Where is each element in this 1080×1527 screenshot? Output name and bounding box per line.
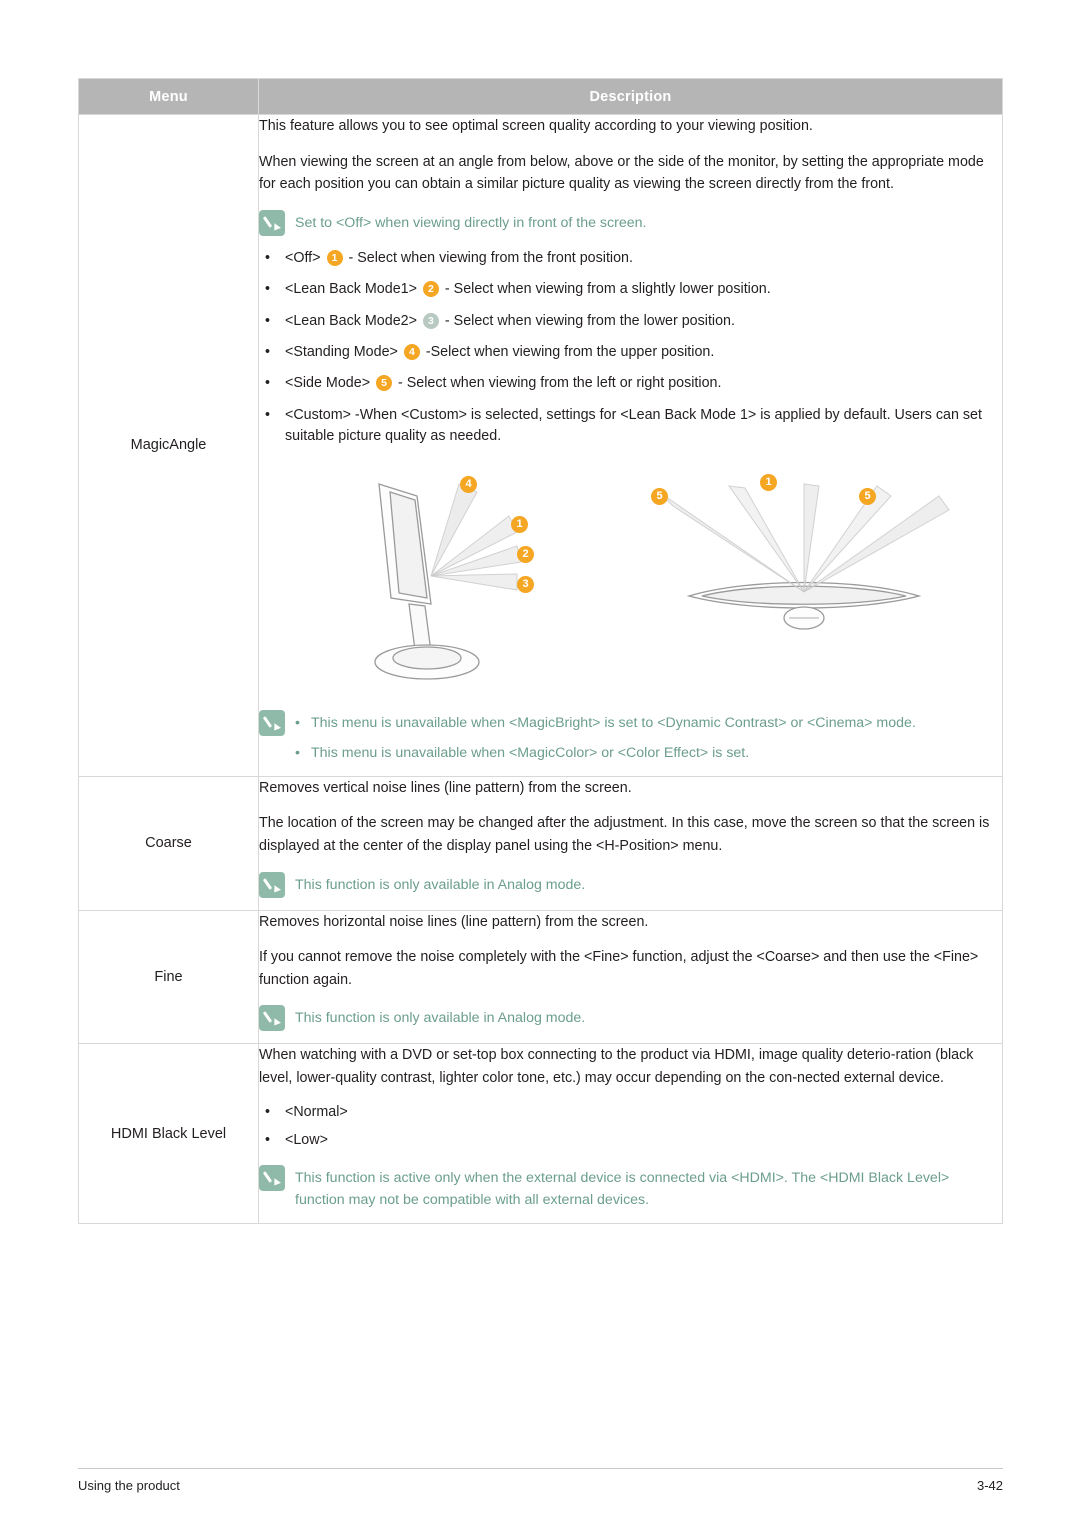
description-coarse: Removes vertical noise lines (line patte… (258, 775, 1003, 911)
bullet-marker (259, 342, 285, 363)
bullet-marker (259, 248, 285, 269)
column-header-menu: Menu (78, 78, 259, 115)
figure-badge-5-right: 5 (859, 487, 876, 505)
paragraph: Removes vertical noise lines (line patte… (259, 779, 632, 796)
pencil-note-icon (259, 871, 285, 898)
list-item: <Off> 1 - Select when viewing from the f… (259, 248, 1002, 269)
menu-description-table: Menu Description MagicAngle This feature… (78, 78, 1003, 1225)
pencil-note-icon (259, 1005, 285, 1032)
badge-1: 1 (326, 249, 343, 266)
badge-5: 5 (376, 375, 393, 392)
badge-3: 3 (422, 312, 439, 329)
figure-badge-4: 4 (460, 475, 477, 493)
note-text: This menu is unavailable when <MagicBrig… (295, 710, 916, 764)
table-row: MagicAngle This feature allows you to se… (78, 114, 1003, 777)
table-row: HDMI Black Level When watching with a DV… (78, 1043, 1003, 1225)
bullet-marker (259, 311, 285, 332)
list-item: <Custom> -When <Custom> is selected, set… (259, 405, 1002, 448)
pencil-note-icon (259, 209, 285, 236)
table-row: Fine Removes horizontal noise lines (lin… (78, 909, 1003, 1045)
list-item: <Lean Back Mode1> 2 - Select when viewin… (259, 279, 1002, 300)
list-item-text: <Standing Mode> 4 -Select when viewing f… (285, 344, 715, 361)
bullet-marker (259, 1102, 285, 1123)
figure-badge-1: 1 (511, 515, 528, 533)
list-item-text: <Off> 1 - Select when viewing from the f… (285, 249, 633, 266)
monitor-angle-diagram (374, 482, 950, 680)
document-page: Menu Description MagicAngle This feature… (0, 0, 1080, 1527)
footer-left-label: Using the product (78, 1478, 180, 1493)
note-block: This menu is unavailable when <MagicBrig… (259, 709, 1002, 764)
pencil-note-icon (259, 709, 285, 736)
paragraph: When viewing the screen at an angle from… (259, 153, 984, 193)
list-item-text: <Low> (285, 1131, 328, 1148)
note-text: This function is only available in Analo… (295, 1010, 586, 1027)
paragraph: If you cannot remove the noise completel… (259, 949, 979, 988)
hdmi-option-list: <Normal> <Low> (259, 1102, 1002, 1151)
menu-name-coarse: Coarse (78, 775, 259, 911)
badge-4: 4 (403, 344, 420, 361)
column-header-description: Description (258, 78, 1003, 115)
list-item-text: <Lean Back Mode2> 3 - Select when viewin… (285, 312, 735, 329)
bullet-marker (259, 279, 285, 300)
note-block: This function is only available in Analo… (259, 1005, 1002, 1032)
paragraph: When watching with a DVD or set-top box … (259, 1047, 974, 1086)
viewing-angle-figure: 4 1 2 3 5 1 5 (259, 466, 1002, 696)
figure-badge-3: 3 (517, 575, 534, 593)
note-block: Set to <Off> when viewing directly in fr… (259, 209, 1002, 236)
bullet-marker (259, 1130, 285, 1151)
menu-name-hdmi-black-level: HDMI Black Level (78, 1043, 259, 1225)
list-item: <Standing Mode> 4 -Select when viewing f… (259, 342, 1002, 363)
pencil-note-icon (259, 1165, 285, 1192)
note-text: This function is active only when the ex… (295, 1170, 950, 1209)
list-item: <Normal> (259, 1102, 1002, 1123)
paragraph: Removes horizontal noise lines (line pat… (259, 913, 649, 930)
bullet-marker (259, 405, 285, 448)
list-item: <Side Mode> 5 - Select when viewing from… (259, 373, 1002, 394)
figure-badge-5-left: 5 (651, 487, 668, 505)
bullet-marker (259, 373, 285, 394)
note-text: Set to <Off> when viewing directly in fr… (295, 214, 647, 231)
menu-name-fine: Fine (78, 909, 259, 1045)
list-item-text: <Lean Back Mode1> 2 - Select when viewin… (285, 281, 771, 298)
note-block: This function is active only when the ex… (259, 1165, 1002, 1211)
footer-page-number: 3-42 (976, 1478, 1003, 1493)
description-hdmi-black-level: When watching with a DVD or set-top box … (258, 1043, 1003, 1225)
magicangle-option-list: <Off> 1 - Select when viewing from the f… (259, 248, 1002, 448)
paragraph: The location of the screen may be change… (259, 815, 990, 854)
menu-name-magicangle: MagicAngle (78, 114, 259, 777)
badge-2: 2 (422, 281, 439, 298)
table-row: Coarse Removes vertical noise lines (lin… (78, 775, 1003, 911)
list-item-text: <Custom> -When <Custom> is selected, set… (285, 406, 982, 445)
list-item: <Low> (259, 1130, 1002, 1151)
figure-badge-1-top: 1 (760, 473, 777, 491)
page-footer: Using the product 3-42 (78, 1468, 1003, 1493)
list-item: <Lean Back Mode2> 3 - Select when viewin… (259, 311, 1002, 332)
figure-badge-2: 2 (517, 545, 534, 563)
note-block: This function is only available in Analo… (259, 871, 1002, 898)
description-magicangle: This feature allows you to see optimal s… (258, 114, 1003, 777)
paragraph: This feature allows you to see optimal s… (259, 118, 813, 134)
note-text: This function is only available in Analo… (295, 876, 586, 893)
description-fine: Removes horizontal noise lines (line pat… (258, 909, 1003, 1045)
list-item-text: <Normal> (285, 1104, 348, 1121)
list-item-text: <Side Mode> 5 - Select when viewing from… (285, 375, 722, 392)
table-header-row: Menu Description (78, 78, 1003, 115)
